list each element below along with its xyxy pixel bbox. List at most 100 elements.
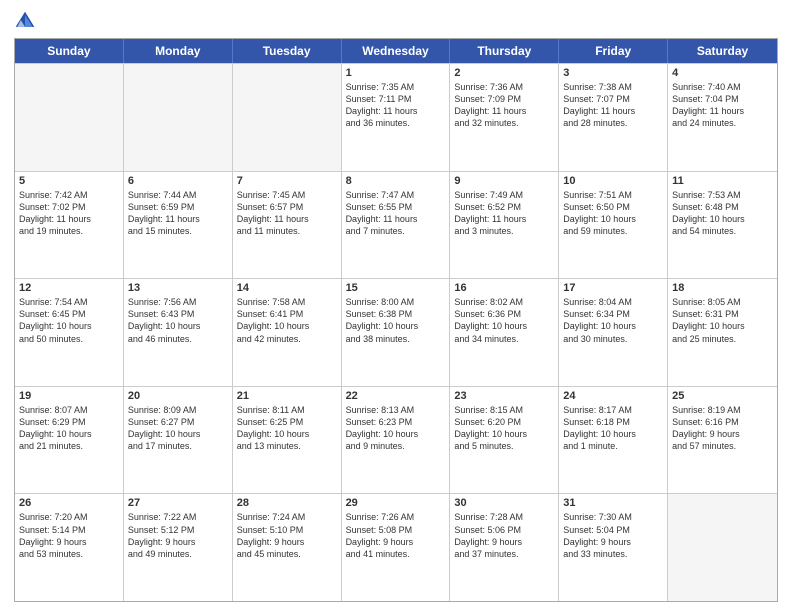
day-number: 24 [563,390,663,402]
day-number: 2 [454,67,554,79]
cal-cell: 31 Sunrise: 7:30 AM Sunset: 5:04 PM Dayli… [559,494,668,601]
cell-info: Sunrise: 7:49 AM Sunset: 6:52 PM Dayligh… [454,189,554,238]
day-number: 22 [346,390,446,402]
day-number: 26 [19,497,119,509]
cal-cell: 28 Sunrise: 7:24 AM Sunset: 5:10 PM Dayli… [233,494,342,601]
week-row-1: 1Sunrise: 7:35 AM Sunset: 7:11 PM Daylig… [15,63,777,171]
day-number: 9 [454,175,554,187]
cal-cell: 27Sunrise: 7:22 AM Sunset: 5:12 PM Dayli… [124,494,233,601]
cal-cell: 12 Sunrise: 7:54 AM Sunset: 6:45 PM Dayli… [15,279,124,386]
cell-info: Sunrise: 8:09 AM Sunset: 6:27 PM Dayligh… [128,404,228,453]
cal-cell: 4 Sunrise: 7:40 AM Sunset: 7:04 PM Daylig… [668,64,777,171]
week-row-4: 19 Sunrise: 8:07 AM Sunset: 6:29 PM Dayli… [15,386,777,494]
cal-cell: 29 Sunrise: 7:26 AM Sunset: 5:08 PM Dayli… [342,494,451,601]
cell-info: Sunrise: 7:26 AM Sunset: 5:08 PM Dayligh… [346,511,446,560]
cal-cell: 19 Sunrise: 8:07 AM Sunset: 6:29 PM Dayli… [15,387,124,494]
cell-info: Sunrise: 7:56 AM Sunset: 6:43 PM Dayligh… [128,296,228,345]
cell-info: Sunrise: 7:28 AM Sunset: 5:06 PM Dayligh… [454,511,554,560]
day-number: 7 [237,175,337,187]
cal-cell [15,64,124,171]
cell-info: Sunrise: 8:19 AM Sunset: 6:16 PM Dayligh… [672,404,773,453]
day-number: 6 [128,175,228,187]
logo-icon [14,10,36,32]
cell-info: Sunrise: 8:02 AM Sunset: 6:36 PM Dayligh… [454,296,554,345]
day-number: 4 [672,67,773,79]
week-row-2: 5Sunrise: 7:42 AM Sunset: 7:02 PM Daylig… [15,171,777,279]
cal-cell: 11Sunrise: 7:53 AM Sunset: 6:48 PM Dayli… [668,172,777,279]
day-number: 14 [237,282,337,294]
header-day-sunday: Sunday [15,39,124,63]
cell-info: Sunrise: 7:38 AM Sunset: 7:07 PM Dayligh… [563,81,663,130]
cell-info: Sunrise: 8:15 AM Sunset: 6:20 PM Dayligh… [454,404,554,453]
cell-info: Sunrise: 8:11 AM Sunset: 6:25 PM Dayligh… [237,404,337,453]
day-number: 19 [19,390,119,402]
day-number: 30 [454,497,554,509]
cal-cell: 21 Sunrise: 8:11 AM Sunset: 6:25 PM Dayli… [233,387,342,494]
cell-info: Sunrise: 7:44 AM Sunset: 6:59 PM Dayligh… [128,189,228,238]
cal-cell: 3 Sunrise: 7:38 AM Sunset: 7:07 PM Daylig… [559,64,668,171]
day-number: 23 [454,390,554,402]
logo [14,10,40,32]
cell-info: Sunrise: 7:45 AM Sunset: 6:57 PM Dayligh… [237,189,337,238]
cell-info: Sunrise: 7:20 AM Sunset: 5:14 PM Dayligh… [19,511,119,560]
day-number: 10 [563,175,663,187]
cell-info: Sunrise: 8:13 AM Sunset: 6:23 PM Dayligh… [346,404,446,453]
cal-cell: 30 Sunrise: 7:28 AM Sunset: 5:06 PM Dayli… [450,494,559,601]
header-day-friday: Friday [559,39,668,63]
cal-cell: 5Sunrise: 7:42 AM Sunset: 7:02 PM Daylig… [15,172,124,279]
cell-info: Sunrise: 8:07 AM Sunset: 6:29 PM Dayligh… [19,404,119,453]
day-number: 27 [128,497,228,509]
cal-cell: 1Sunrise: 7:35 AM Sunset: 7:11 PM Daylig… [342,64,451,171]
cell-info: Sunrise: 7:24 AM Sunset: 5:10 PM Dayligh… [237,511,337,560]
page: SundayMondayTuesdayWednesdayThursdayFrid… [0,0,792,612]
header-day-saturday: Saturday [668,39,777,63]
cell-info: Sunrise: 8:00 AM Sunset: 6:38 PM Dayligh… [346,296,446,345]
week-row-5: 26 Sunrise: 7:20 AM Sunset: 5:14 PM Dayli… [15,493,777,601]
cal-cell: 24 Sunrise: 8:17 AM Sunset: 6:18 PM Dayli… [559,387,668,494]
day-number: 17 [563,282,663,294]
cell-info: Sunrise: 8:17 AM Sunset: 6:18 PM Dayligh… [563,404,663,453]
calendar-header: SundayMondayTuesdayWednesdayThursdayFrid… [15,39,777,63]
cell-info: Sunrise: 7:35 AM Sunset: 7:11 PM Dayligh… [346,81,446,130]
header-day-monday: Monday [124,39,233,63]
day-number: 5 [19,175,119,187]
day-number: 3 [563,67,663,79]
day-number: 21 [237,390,337,402]
cal-cell: 18 Sunrise: 8:05 AM Sunset: 6:31 PM Dayli… [668,279,777,386]
week-row-3: 12 Sunrise: 7:54 AM Sunset: 6:45 PM Dayli… [15,278,777,386]
calendar: SundayMondayTuesdayWednesdayThursdayFrid… [14,38,778,602]
cal-cell [124,64,233,171]
cal-cell: 14 Sunrise: 7:58 AM Sunset: 6:41 PM Dayli… [233,279,342,386]
cal-cell: 25Sunrise: 8:19 AM Sunset: 6:16 PM Dayli… [668,387,777,494]
cell-info: Sunrise: 7:58 AM Sunset: 6:41 PM Dayligh… [237,296,337,345]
cell-info: Sunrise: 8:04 AM Sunset: 6:34 PM Dayligh… [563,296,663,345]
day-number: 31 [563,497,663,509]
header-day-wednesday: Wednesday [342,39,451,63]
cell-info: Sunrise: 7:40 AM Sunset: 7:04 PM Dayligh… [672,81,773,130]
cell-info: Sunrise: 7:54 AM Sunset: 6:45 PM Dayligh… [19,296,119,345]
day-number: 29 [346,497,446,509]
cell-info: Sunrise: 8:05 AM Sunset: 6:31 PM Dayligh… [672,296,773,345]
cell-info: Sunrise: 7:30 AM Sunset: 5:04 PM Dayligh… [563,511,663,560]
day-number: 18 [672,282,773,294]
day-number: 12 [19,282,119,294]
cal-cell: 23 Sunrise: 8:15 AM Sunset: 6:20 PM Dayli… [450,387,559,494]
day-number: 28 [237,497,337,509]
cal-cell: 13Sunrise: 7:56 AM Sunset: 6:43 PM Dayli… [124,279,233,386]
cal-cell [233,64,342,171]
cal-cell: 2Sunrise: 7:36 AM Sunset: 7:09 PM Daylig… [450,64,559,171]
cal-cell: 7 Sunrise: 7:45 AM Sunset: 6:57 PM Daylig… [233,172,342,279]
day-number: 8 [346,175,446,187]
cal-cell: 15 Sunrise: 8:00 AM Sunset: 6:38 PM Dayli… [342,279,451,386]
calendar-body: 1Sunrise: 7:35 AM Sunset: 7:11 PM Daylig… [15,63,777,601]
cal-cell: 10Sunrise: 7:51 AM Sunset: 6:50 PM Dayli… [559,172,668,279]
cal-cell: 22 Sunrise: 8:13 AM Sunset: 6:23 PM Dayli… [342,387,451,494]
cell-info: Sunrise: 7:53 AM Sunset: 6:48 PM Dayligh… [672,189,773,238]
cal-cell [668,494,777,601]
day-number: 20 [128,390,228,402]
cal-cell: 6 Sunrise: 7:44 AM Sunset: 6:59 PM Daylig… [124,172,233,279]
cal-cell: 17 Sunrise: 8:04 AM Sunset: 6:34 PM Dayli… [559,279,668,386]
cal-cell: 8Sunrise: 7:47 AM Sunset: 6:55 PM Daylig… [342,172,451,279]
day-number: 15 [346,282,446,294]
cal-cell: 20 Sunrise: 8:09 AM Sunset: 6:27 PM Dayli… [124,387,233,494]
